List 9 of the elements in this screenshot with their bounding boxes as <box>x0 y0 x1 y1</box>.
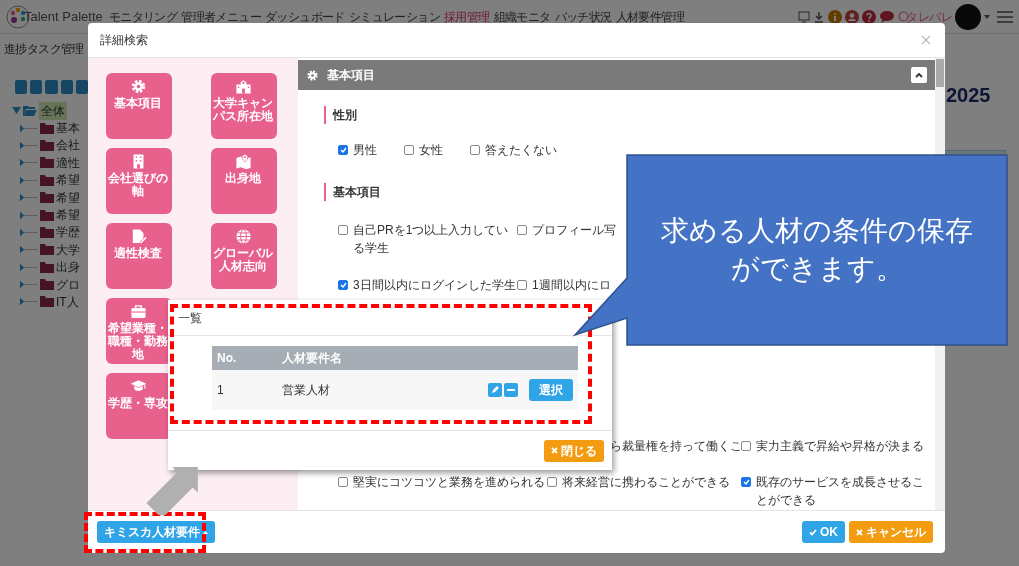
page-heading: 2025 <box>946 83 991 108</box>
section-title: 基本項目 <box>327 67 375 84</box>
column-header: No. <box>216 350 238 367</box>
column-header: 人材要件名 <box>282 350 342 367</box>
dialog-title: 詳細検索 <box>100 32 148 49</box>
table-cell-text: 営業人材 <box>282 382 331 399</box>
logo-text: Talent Palette <box>24 7 103 26</box>
table-cell-text: 1 <box>216 382 225 399</box>
callout-text: 求める人材の条件の保存ができます。 <box>660 214 974 286</box>
